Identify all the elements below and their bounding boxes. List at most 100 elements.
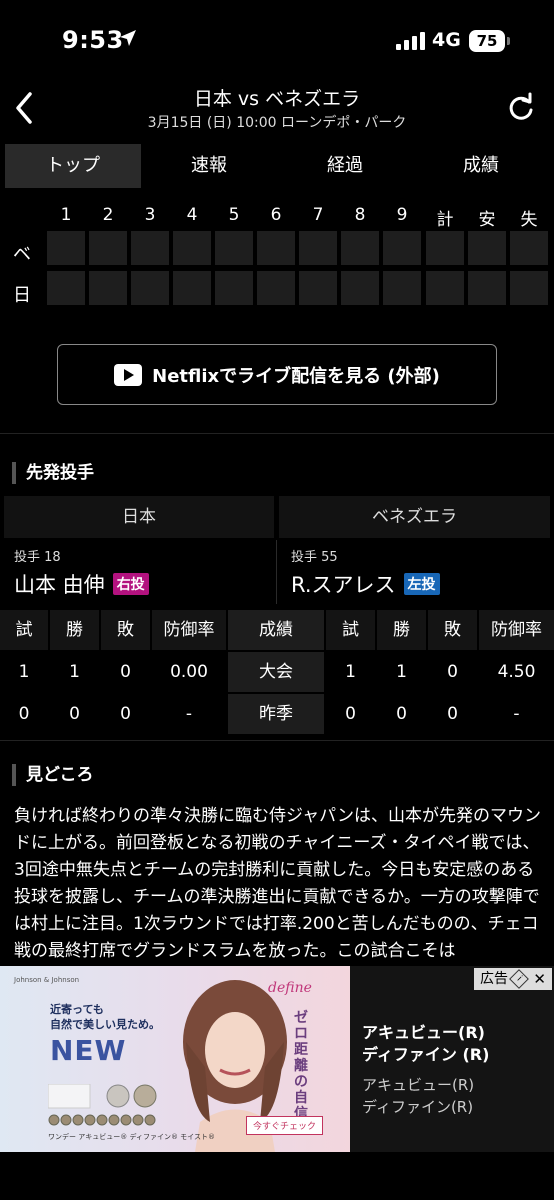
- ad-choices-label[interactable]: 広告 i ✕: [474, 968, 552, 990]
- home-pitcher[interactable]: 投手 18 山本 由伸 右投: [14, 540, 274, 604]
- divider: [276, 540, 277, 604]
- inning-label: 7: [312, 205, 324, 225]
- score-cell: [257, 231, 295, 265]
- score-cell: [426, 271, 464, 305]
- refresh-icon[interactable]: [504, 90, 536, 126]
- ad-banner[interactable]: Johnson & Johnson 近寄っても 自然で美しい見ため。 NEW d…: [0, 966, 554, 1152]
- tab-stats[interactable]: 成績: [413, 144, 549, 188]
- score-cell: [341, 231, 379, 265]
- stat-header: 試: [0, 610, 48, 650]
- inning-label: 1: [60, 205, 72, 225]
- stat-value: 0: [447, 704, 458, 724]
- score-cell: [299, 231, 337, 265]
- total-runs-label: 計: [436, 210, 454, 230]
- stat-value: 0: [120, 704, 131, 724]
- throwing-hand-badge: 左投: [403, 573, 440, 595]
- close-icon[interactable]: ✕: [533, 968, 546, 990]
- highlights-heading: 見どころ: [12, 764, 94, 786]
- stat-value: 1: [18, 662, 30, 682]
- ad-tagline: 近寄っても 自然で美しい見ため。: [50, 1002, 160, 1032]
- stat-header: 敗: [101, 610, 150, 650]
- stats-header-row: 試 勝 敗 防御率 成績 試 勝 敗 防御率: [0, 610, 554, 650]
- tab-bar: トップ 速報 経過 成績: [5, 144, 552, 188]
- stat-value: 4.50: [497, 662, 536, 682]
- battery-icon: 75: [469, 30, 505, 52]
- tab-top[interactable]: トップ: [5, 144, 141, 188]
- inning-label: 4: [186, 205, 198, 225]
- score-cell: [257, 271, 295, 305]
- team-row-label: ベ: [13, 244, 31, 265]
- status-time: 9:53: [62, 26, 124, 54]
- score-cell: [173, 231, 211, 265]
- stat-value: 1: [396, 662, 407, 682]
- ad-title[interactable]: アキュビュー(R) ディファイン (R): [362, 1022, 489, 1066]
- ad-label-text: 広告: [480, 971, 508, 987]
- stat-value: 1: [345, 662, 356, 682]
- ad-title-line: アキュビュー(R): [362, 1023, 485, 1042]
- score-cell: [89, 271, 127, 305]
- tab-live[interactable]: 速報: [141, 144, 277, 188]
- game-title: 日本 vs ベネズエラ: [193, 88, 361, 110]
- stat-value: 1: [69, 662, 80, 682]
- ad-title-line: ディファイン (R): [362, 1045, 490, 1064]
- tab-progress[interactable]: 経過: [277, 144, 413, 188]
- stat-header: 防御率: [479, 610, 554, 650]
- score-cell: [383, 231, 421, 265]
- inning-label: 8: [354, 205, 366, 225]
- stat-row-label: 昨季: [228, 694, 324, 734]
- ad-tagline-line: 近寄っても: [50, 1003, 104, 1016]
- pitcher-number: 投手 55: [291, 550, 338, 565]
- stats-row-tournament: 1 1 0 0.00 大会 1 1 0 4.50: [0, 652, 554, 692]
- ad-description[interactable]: アキュビュー(R) ディファイン(R): [362, 1074, 474, 1118]
- ad-info-icon[interactable]: i: [509, 969, 529, 989]
- cellular-signal-icon: [396, 32, 425, 50]
- battery-tip: [507, 37, 510, 45]
- stat-value: 0.00: [170, 662, 208, 682]
- stat-value: -: [513, 704, 520, 724]
- inning-label: 5: [228, 205, 240, 225]
- inning-label: 2: [102, 205, 114, 225]
- away-pitcher[interactable]: 投手 55 R.スアレス 左投: [291, 540, 551, 604]
- status-bar: 9:53 4G 75: [0, 0, 554, 80]
- stat-value: 0: [447, 662, 458, 682]
- starters-heading: 先発投手: [12, 462, 94, 484]
- score-cell: [215, 271, 253, 305]
- throwing-hand-badge: 右投: [112, 573, 149, 595]
- ad-cta-button[interactable]: 今すぐチェック: [246, 1116, 324, 1135]
- ad-tagline-line: 自然で美しい見ため。: [50, 1018, 160, 1031]
- divider: [0, 433, 554, 434]
- score-cell: [131, 271, 169, 305]
- netflix-live-button[interactable]: Netflixでライブ配信を見る (外部): [57, 344, 497, 405]
- stat-header: 勝: [50, 610, 99, 650]
- score-cell: [468, 271, 506, 305]
- stat-header: 敗: [428, 610, 477, 650]
- pitcher-number: 投手 18: [14, 550, 61, 565]
- ad-image[interactable]: Johnson & Johnson 近寄っても 自然で美しい見ため。 NEW d…: [0, 966, 350, 1152]
- stat-header: 勝: [377, 610, 426, 650]
- play-icon: [114, 363, 143, 386]
- pitcher-name: R.スアレス: [291, 573, 396, 597]
- away-team-header: ベネズエラ: [279, 496, 550, 538]
- stat-value: 0: [18, 704, 30, 724]
- netflix-button-label: Netflixでライブ配信を見る (外部): [152, 365, 440, 387]
- hits-label: 安: [478, 210, 496, 230]
- score-cell: [510, 231, 548, 265]
- team-row-label: 日: [13, 285, 31, 306]
- stat-category-header: 成績: [228, 610, 324, 650]
- ad-brand-logo: Johnson & Johnson: [14, 976, 80, 984]
- stat-value: 0: [69, 704, 80, 724]
- inning-label: 3: [144, 205, 156, 225]
- score-cell: [47, 231, 85, 265]
- score-cell: [341, 271, 379, 305]
- score-cell: [510, 271, 548, 305]
- network-type: 4G: [432, 29, 461, 51]
- pitcher-name-row: R.スアレス 左投: [291, 569, 551, 599]
- stat-value: -: [185, 704, 193, 724]
- divider: [0, 740, 554, 741]
- ad-product-name: ワンデー アキュビュー® ディファイン® モイスト®: [48, 1133, 215, 1141]
- score-cell: [299, 271, 337, 305]
- pitcher-name-row: 山本 由伸 右投: [14, 569, 274, 599]
- inning-label: 6: [270, 205, 282, 225]
- pitcher-name: 山本 由伸: [14, 573, 105, 597]
- score-cell: [215, 231, 253, 265]
